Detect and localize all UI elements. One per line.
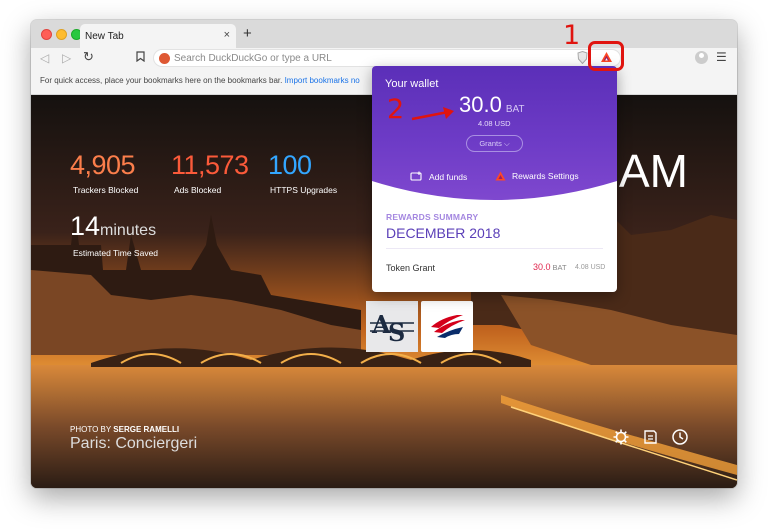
time-saved-unit: minutes — [100, 222, 157, 239]
new-tab-button[interactable]: + — [243, 25, 252, 42]
close-window-button[interactable] — [41, 29, 52, 40]
grants-dropdown[interactable]: Grants ⌵ — [466, 135, 523, 152]
annotation-step-1: 1 — [563, 20, 581, 51]
clock: AM — [619, 145, 688, 197]
menu-icon[interactable]: ☰ — [716, 50, 727, 64]
trackers-blocked-count: 4,905 — [70, 150, 136, 180]
as-logo-icon: A S — [366, 301, 418, 352]
rewards-summary-label: REWARDS SUMMARY — [386, 212, 479, 222]
toolbar: ◁ ▷ ↻ Search DuckDuckGo or type a URL ☰ — [31, 48, 737, 68]
forward-icon[interactable]: ▷ — [62, 51, 71, 65]
tab-close-icon[interactable]: × — [224, 29, 230, 41]
tab-title: New Tab — [85, 31, 124, 42]
annotation-highlight-box — [588, 41, 624, 71]
minimize-window-button[interactable] — [56, 29, 67, 40]
settings-gear-icon[interactable] — [613, 429, 629, 445]
ads-blocked-count: 11,573 — [171, 150, 249, 180]
token-grant-usd: 4.08 USD — [575, 264, 606, 271]
bookmark-ntp-icon[interactable] — [642, 429, 658, 445]
add-funds-button[interactable]: Add funds — [410, 171, 467, 182]
rewards-summary-month: DECEMBER 2018 — [386, 225, 501, 241]
rewards-settings-label: Rewards Settings — [512, 171, 579, 181]
bookmarks-hint-text: For quick access, place your bookmarks h… — [40, 76, 283, 85]
address-placeholder: Search DuckDuckGo or type a URL — [174, 53, 332, 64]
grants-label: Grants — [479, 139, 502, 148]
trackers-blocked-label: Trackers Blocked — [73, 185, 139, 195]
token-grant-unit: BAT — [552, 263, 567, 272]
brave-shield-icon[interactable] — [577, 50, 588, 65]
rewards-settings-button[interactable]: Rewards Settings — [495, 171, 579, 181]
bank-of-america-logo-icon — [431, 315, 465, 338]
wallet-curve — [372, 181, 617, 203]
top-site-tile-as[interactable]: A S — [366, 301, 418, 352]
bat-logo-icon — [495, 171, 506, 181]
token-grant-amount: 30.0 — [533, 262, 551, 272]
photographer-name: SERGE RAMELLI — [113, 425, 180, 434]
wallet-usd-value: 4.08 USD — [478, 119, 511, 128]
summary-divider — [386, 248, 603, 249]
bookmark-icon[interactable] — [136, 51, 145, 65]
time-saved-label: Estimated Time Saved — [73, 248, 159, 258]
profile-avatar-icon[interactable] — [695, 51, 708, 64]
wallet-balance-value: 30.0 — [459, 92, 502, 117]
rewards-wallet-panel: Your wallet 30.0 BAT 4.08 USD Grants ⌵ Ad… — [372, 66, 617, 292]
duckduckgo-icon — [159, 53, 170, 64]
time-saved: 14minutes — [70, 211, 156, 242]
https-upgrades-count: 100 — [268, 150, 312, 180]
import-bookmarks-link[interactable]: Import bookmarks no — [285, 76, 360, 85]
add-funds-icon — [410, 171, 422, 181]
photo-credit-prefix: PHOTO BY — [70, 425, 112, 434]
photo-credit: PHOTO BY SERGE RAMELLI — [70, 425, 179, 434]
top-site-tile-bank-of-america[interactable] — [421, 301, 473, 352]
annotation-arrow-icon — [411, 107, 454, 121]
reload-icon[interactable]: ↻ — [83, 49, 94, 65]
https-upgrades-label: HTTPS Upgrades — [270, 185, 338, 195]
tab-new-tab[interactable]: New Tab × — [80, 24, 236, 48]
address-bar[interactable]: Search DuckDuckGo or type a URL — [153, 49, 621, 67]
history-clock-icon[interactable] — [672, 429, 688, 445]
ads-blocked-label: Ads Blocked — [174, 185, 222, 195]
add-funds-label: Add funds — [429, 171, 468, 182]
bookmarks-hint: For quick access, place your bookmarks h… — [40, 76, 360, 85]
wallet-title: Your wallet — [385, 78, 439, 90]
back-icon[interactable]: ◁ — [40, 51, 49, 65]
token-grant-value: 30.0 BAT — [533, 262, 567, 272]
wallet-balance-unit: BAT — [505, 104, 525, 115]
annotation-step-2: 2 — [387, 94, 405, 125]
time-saved-value: 14 — [70, 211, 101, 241]
photo-title: Paris: Conciergeri — [70, 435, 198, 452]
wallet-balance: 30.0 BAT — [459, 92, 525, 118]
token-grant-label: Token Grant — [386, 263, 436, 273]
chevron-down-icon: ⌵ — [503, 139, 510, 148]
title-bar: New Tab × + — [31, 20, 737, 48]
